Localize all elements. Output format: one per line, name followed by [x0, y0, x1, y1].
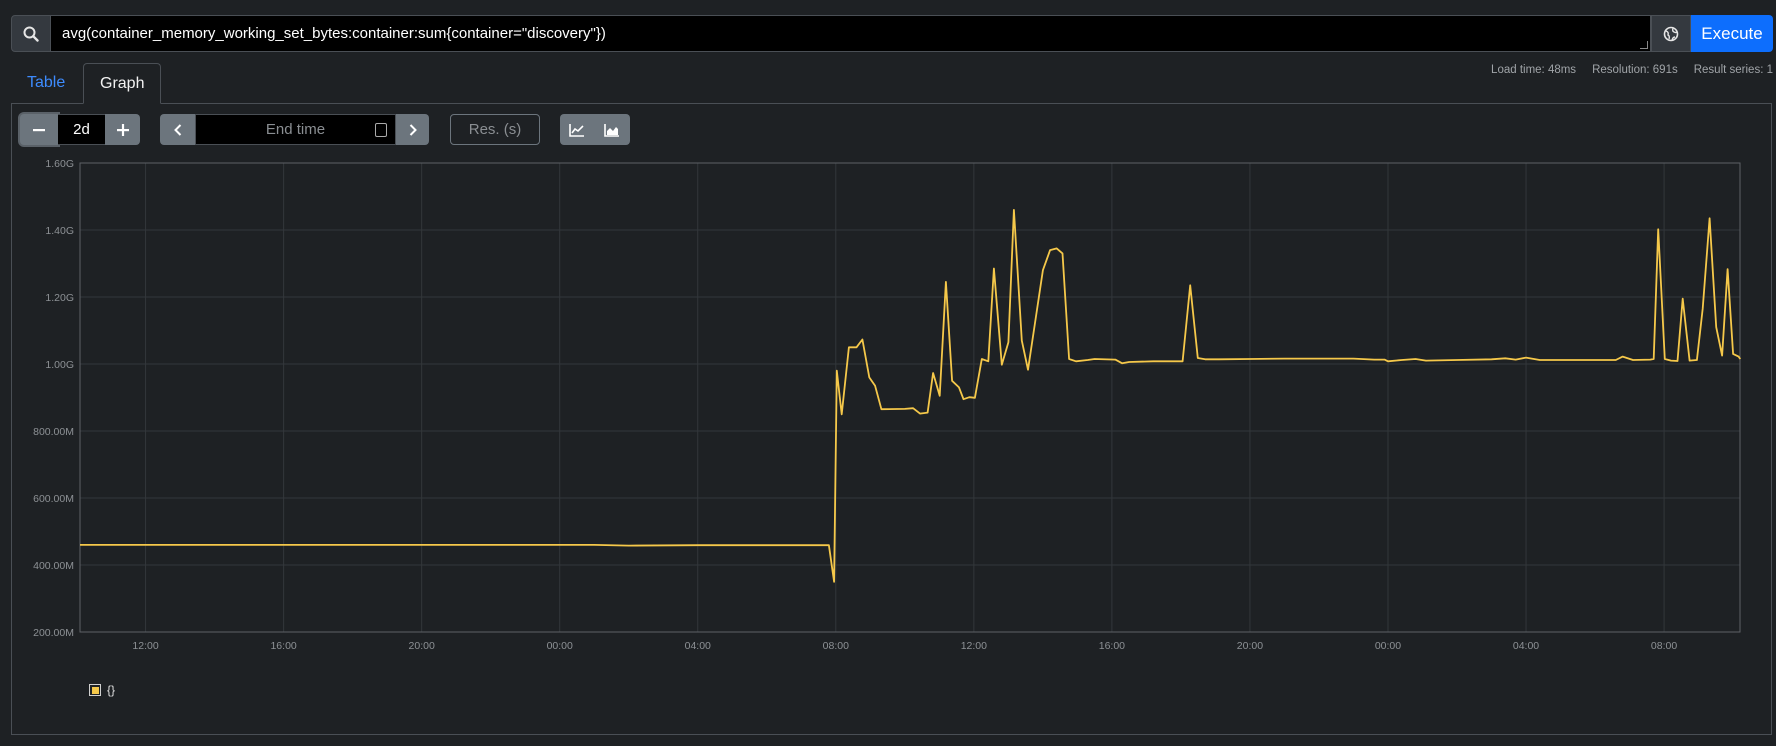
y-tick-label: 1.40G [45, 225, 74, 237]
legend: {} [89, 683, 115, 697]
x-tick-label: 12:00 [961, 640, 987, 652]
x-tick-label: 16:00 [270, 640, 296, 652]
y-axis: 200.00M 400.00M 600.00M 800.00M 1.00G 1.20G 1.… [33, 158, 74, 639]
x-tick-label: 00:00 [547, 640, 573, 652]
y-tick-label: 200.00M [33, 627, 74, 639]
x-axis: 12:00 16:00 20:00 00:00 04:00 08:00 12:00 16:00… [132, 640, 1677, 652]
x-tick-label: 00:00 [1375, 640, 1401, 652]
y-tick-label: 400.00M [33, 560, 74, 572]
x-tick-label: 08:00 [1651, 640, 1677, 652]
x-tick-label: 04:00 [685, 640, 711, 652]
tab-graph[interactable]: Graph [83, 63, 162, 104]
y-tick-label: 1.20G [45, 292, 74, 304]
y-tick-label: 600.00M [33, 493, 74, 505]
x-tick-label: 04:00 [1513, 640, 1539, 652]
memory-line-chart: 200.00M 400.00M 600.00M 800.00M 1.00G 1.20G 1.… [33, 158, 1742, 652]
series-line [80, 209, 1742, 583]
x-tick-label: 12:00 [132, 640, 158, 652]
x-tick-label: 08:00 [823, 640, 849, 652]
x-tick-label: 16:00 [1099, 640, 1125, 652]
legend-label: {} [107, 683, 116, 697]
series-layer [80, 209, 1742, 583]
chart-grid [80, 162, 1740, 633]
y-tick-label: 1.00G [45, 359, 74, 371]
y-tick-label: 1.60G [45, 158, 74, 170]
legend-swatch[interactable] [89, 684, 101, 696]
x-tick-label: 20:00 [409, 640, 435, 652]
x-tick-label: 20:00 [1237, 640, 1263, 652]
legend-color-icon [91, 686, 99, 694]
plot-area [79, 162, 1741, 633]
y-tick-label: 800.00M [33, 426, 74, 438]
